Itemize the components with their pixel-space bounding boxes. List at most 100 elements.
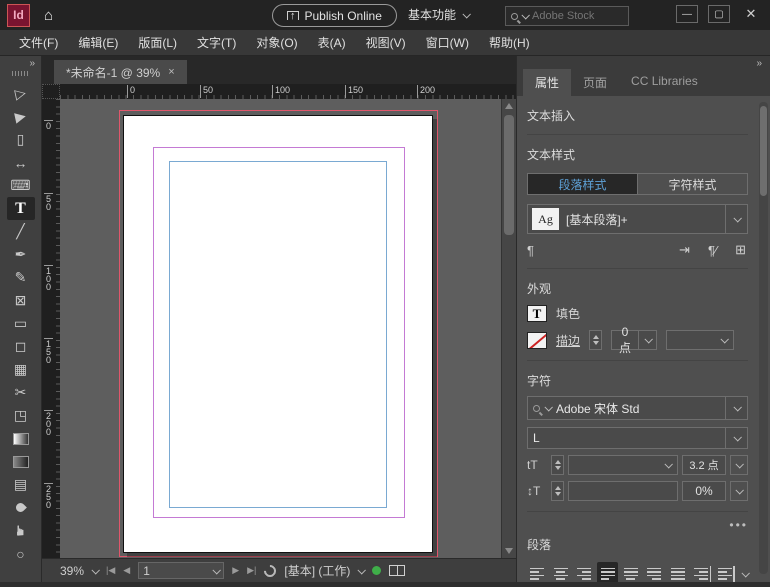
justify-last-right-button[interactable] bbox=[644, 562, 664, 582]
last-page-button[interactable]: ▶| bbox=[247, 565, 256, 576]
menu-type[interactable]: 文字(T) bbox=[188, 31, 245, 54]
zoom-tool[interactable]: ○ bbox=[7, 542, 35, 565]
font-size-dropdown[interactable] bbox=[568, 455, 678, 475]
panel-collapse-icon[interactable]: » bbox=[756, 58, 762, 69]
minimize-button[interactable]: — bbox=[676, 5, 698, 23]
menu-file[interactable]: 文件(F) bbox=[10, 31, 67, 54]
panel-scrollbar[interactable] bbox=[759, 102, 768, 574]
menu-table[interactable]: 表(A) bbox=[309, 31, 355, 54]
grid-type-tool[interactable]: ▦ bbox=[7, 358, 35, 381]
leading-stepper[interactable] bbox=[551, 481, 564, 501]
stroke-weight-stepper[interactable] bbox=[589, 330, 602, 350]
hand-tool[interactable]: ☛ bbox=[7, 519, 35, 542]
toolbar-grip[interactable] bbox=[12, 71, 30, 76]
fill-label[interactable]: 填色 bbox=[556, 305, 580, 322]
page-number-field[interactable]: 1 bbox=[138, 562, 224, 579]
line-tool[interactable]: ╱ bbox=[7, 220, 35, 243]
zoom-level-dropdown[interactable]: 39% bbox=[60, 564, 98, 578]
maximize-button[interactable]: ▢ bbox=[708, 5, 730, 23]
menu-window[interactable]: 窗口(W) bbox=[417, 31, 478, 54]
first-page-button[interactable]: |◀ bbox=[106, 565, 115, 576]
vertical-ruler[interactable]: 0 50 100 150 200 250 bbox=[42, 99, 60, 558]
scrollbar-thumb[interactable] bbox=[504, 115, 514, 235]
canvas-vertical-scrollbar[interactable] bbox=[501, 99, 516, 558]
text-frame[interactable] bbox=[169, 161, 387, 508]
font-style-dropdown[interactable]: L bbox=[527, 427, 748, 449]
document-page[interactable] bbox=[123, 115, 433, 553]
search-input[interactable] bbox=[532, 10, 618, 22]
type-tool[interactable]: T bbox=[7, 197, 35, 220]
chevron-down-icon[interactable] bbox=[730, 455, 748, 475]
home-icon[interactable]: ⌂ bbox=[44, 7, 53, 24]
shape-tool[interactable]: ◻ bbox=[7, 335, 35, 358]
font-size-field[interactable]: 3.2 点 bbox=[682, 455, 726, 475]
chevron-down-icon[interactable] bbox=[730, 481, 748, 501]
chevron-down-icon[interactable] bbox=[638, 331, 656, 349]
stroke-type-dropdown[interactable] bbox=[666, 330, 734, 350]
stroke-none-swatch-icon[interactable] bbox=[527, 332, 547, 349]
clear-overrides-icon[interactable]: ¶⁄ bbox=[708, 243, 717, 258]
gradient-swatch-tool[interactable] bbox=[7, 427, 35, 450]
character-styles-tab[interactable]: 字符样式 bbox=[637, 174, 747, 194]
gradient-feather-tool[interactable] bbox=[7, 450, 35, 473]
align-right-button[interactable] bbox=[574, 562, 594, 582]
stock-search[interactable] bbox=[505, 6, 629, 26]
chevron-down-icon[interactable] bbox=[725, 428, 747, 448]
menu-object[interactable]: 对象(O) bbox=[247, 31, 306, 54]
paragraph-style-dropdown[interactable]: Ag [基本段落]+ bbox=[527, 204, 748, 234]
content-collector-tool[interactable]: ⌨ bbox=[7, 174, 35, 197]
scroll-down-icon[interactable] bbox=[505, 548, 513, 554]
free-transform-tool[interactable]: ◳ bbox=[7, 404, 35, 427]
canvas-viewport[interactable] bbox=[60, 99, 516, 558]
leading-dropdown[interactable] bbox=[568, 481, 678, 501]
new-style-icon[interactable]: ⊞ bbox=[735, 242, 746, 258]
rectangle-tool[interactable]: ▭ bbox=[7, 312, 35, 335]
prev-page-button[interactable]: ◀ bbox=[123, 565, 130, 576]
gap-tool[interactable]: ↔ bbox=[7, 151, 35, 174]
eyedropper-tool[interactable] bbox=[7, 496, 35, 519]
scissors-tool[interactable]: ✂ bbox=[7, 381, 35, 404]
tab-pages[interactable]: 页面 bbox=[571, 69, 619, 96]
justify-last-center-button[interactable] bbox=[621, 562, 641, 582]
pilcrow-icon[interactable]: ¶ bbox=[527, 243, 534, 258]
menu-layout[interactable]: 版面(L) bbox=[129, 31, 186, 54]
align-toward-spine-button[interactable] bbox=[691, 562, 711, 582]
align-away-spine-button[interactable] bbox=[715, 562, 735, 582]
menu-edit[interactable]: 编辑(E) bbox=[69, 31, 127, 54]
more-options-icon[interactable]: ••• bbox=[527, 518, 748, 532]
align-left-button[interactable] bbox=[527, 562, 547, 582]
next-page-button[interactable]: ▶ bbox=[232, 565, 239, 576]
menu-view[interactable]: 视图(V) bbox=[357, 31, 415, 54]
workspace-switcher[interactable]: 基本功能 bbox=[408, 6, 469, 23]
tab-properties[interactable]: 属性 bbox=[523, 69, 571, 96]
toolbar-collapse-icon[interactable]: » bbox=[29, 56, 41, 69]
pencil-tool[interactable]: ✎ bbox=[7, 266, 35, 289]
close-button[interactable]: ✕ bbox=[740, 5, 762, 23]
horizontal-ruler[interactable]: 0 50 100 150 200 bbox=[60, 84, 516, 99]
page-tool[interactable]: ▯ bbox=[7, 128, 35, 151]
close-tab-icon[interactable]: × bbox=[168, 66, 174, 78]
pen-tool[interactable]: ✒ bbox=[7, 243, 35, 266]
redefine-style-icon[interactable]: ⇥ bbox=[679, 242, 690, 258]
justify-all-button[interactable] bbox=[668, 562, 688, 582]
selection-tool[interactable]: ▷ bbox=[7, 82, 35, 105]
scroll-up-icon[interactable] bbox=[505, 103, 513, 109]
preflight-icon[interactable] bbox=[262, 562, 279, 579]
font-family-dropdown[interactable]: Adobe 宋体 Std bbox=[527, 396, 748, 420]
chevron-down-icon[interactable] bbox=[358, 566, 366, 574]
paragraph-styles-tab[interactable]: 段落样式 bbox=[528, 174, 637, 194]
panel-scrollbar-thumb[interactable] bbox=[760, 106, 767, 196]
direct-selection-tool[interactable]: ▶ bbox=[7, 105, 35, 128]
menu-help[interactable]: 帮助(H) bbox=[480, 31, 539, 54]
tab-cc-libraries[interactable]: CC Libraries bbox=[619, 69, 710, 96]
note-tool[interactable]: ▤ bbox=[7, 473, 35, 496]
chevron-down-icon[interactable] bbox=[725, 205, 747, 233]
chevron-down-icon[interactable] bbox=[725, 397, 747, 419]
align-center-button[interactable] bbox=[550, 562, 570, 582]
spacing-field[interactable]: 0% bbox=[682, 481, 726, 501]
spread-view-icon[interactable] bbox=[389, 565, 405, 576]
fill-swatch-icon[interactable]: T bbox=[527, 305, 547, 322]
document-tab[interactable]: *未命名-1 @ 39% × bbox=[54, 60, 187, 84]
preflight-profile[interactable]: [基本] (工作) bbox=[284, 562, 350, 579]
stroke-label[interactable]: 描边 bbox=[556, 332, 580, 349]
